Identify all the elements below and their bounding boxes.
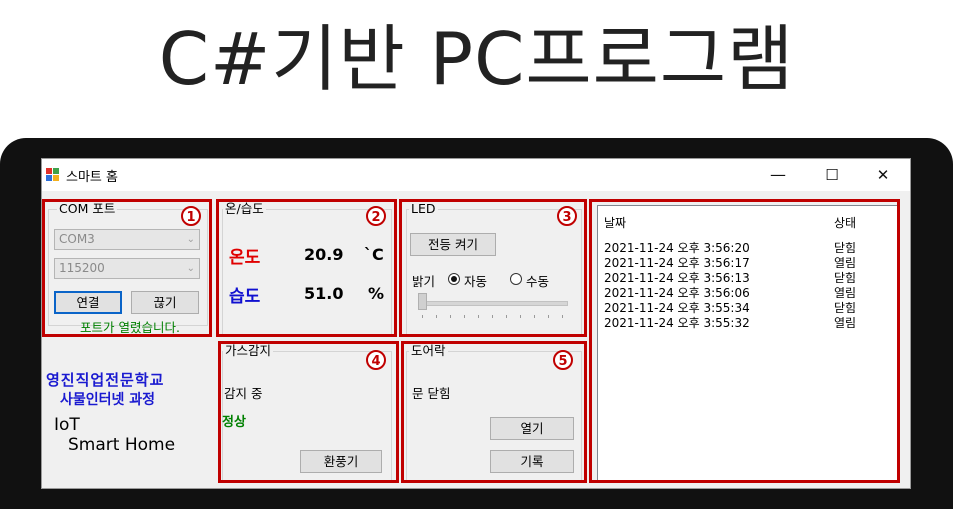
- close-button[interactable]: ✕: [860, 159, 906, 191]
- badge-1: 1: [181, 206, 201, 226]
- minimize-button[interactable]: —: [755, 159, 801, 191]
- smart-home-text: Smart Home: [68, 435, 176, 455]
- annotation-box-log: [589, 199, 900, 483]
- badge-5: 5: [553, 350, 573, 370]
- window-title: 스마트 홈: [66, 170, 118, 185]
- course-name: 사물인터넷 과정: [60, 392, 156, 408]
- iot-text: IoT: [54, 415, 80, 435]
- badge-3: 3: [557, 206, 577, 226]
- title-bar[interactable]: 스마트 홈 — ☐ ✕: [42, 159, 910, 191]
- badge-4: 4: [366, 350, 386, 370]
- slide-title: C#기반 PC프로그램: [158, 17, 795, 101]
- school-name: 영진직업전문학교: [46, 371, 165, 389]
- maximize-button[interactable]: ☐: [809, 159, 855, 191]
- badge-2: 2: [366, 206, 386, 226]
- app-icon: [46, 168, 60, 181]
